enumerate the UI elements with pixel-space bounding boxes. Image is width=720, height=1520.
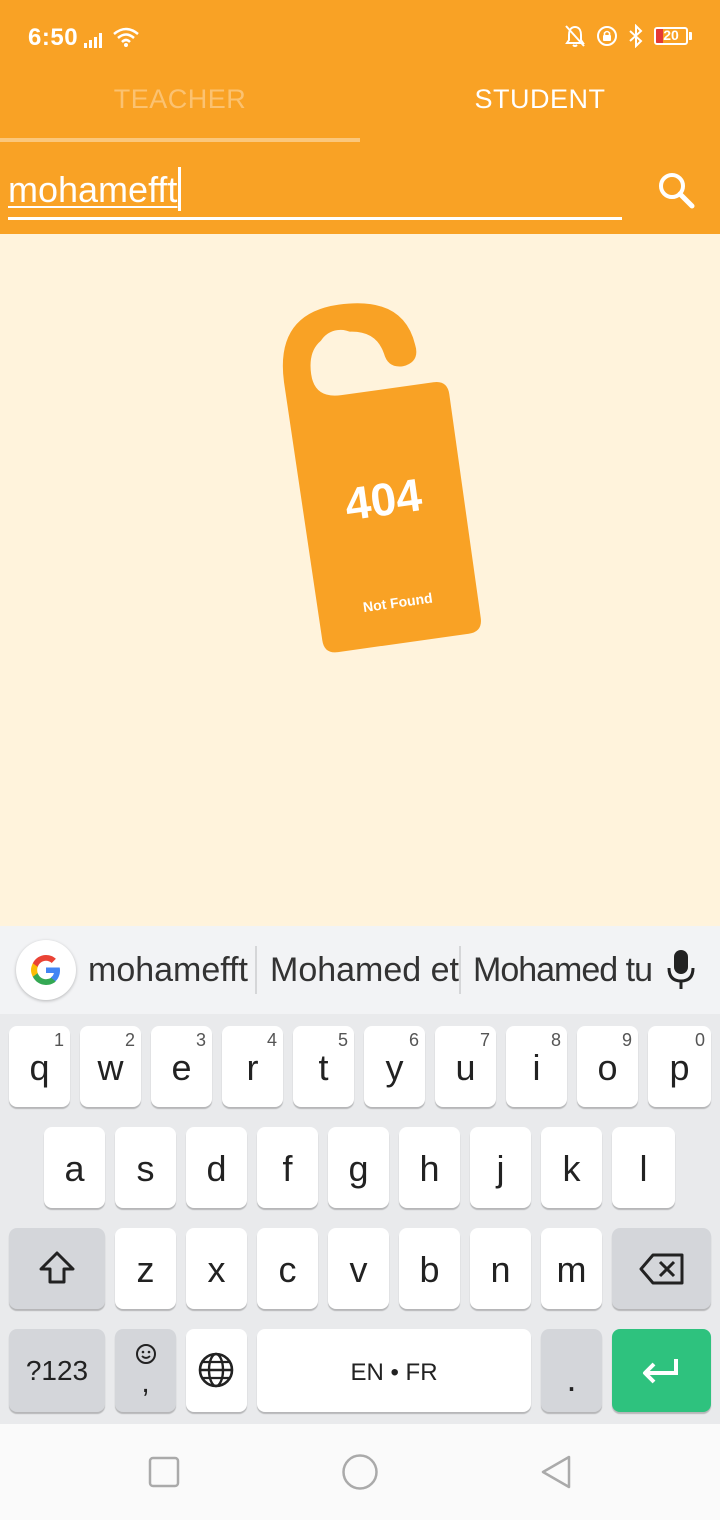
key-s[interactable]: s [115,1127,176,1208]
tab-student[interactable]: STUDENT [360,76,720,142]
key-p[interactable]: p0 [648,1026,711,1107]
key-x[interactable]: x [186,1228,247,1309]
text-cursor [178,167,182,212]
search-value: mohamefft [8,169,178,210]
period-key[interactable]: . [541,1329,602,1412]
signal-icon [84,33,102,48]
key-c[interactable]: c [257,1228,318,1309]
key-u[interactable]: u7 [435,1026,496,1107]
system-nav-bar [0,1424,720,1520]
wifi-icon [113,27,139,47]
status-time: 6:50 [28,24,79,51]
key-a[interactable]: a [44,1127,105,1208]
soft-keyboard: mohamefft Mohamed et Mohamed tu q1 w2 e3… [0,926,720,1424]
key-g[interactable]: g [328,1127,389,1208]
key-v[interactable]: v [328,1228,389,1309]
error-code: 404 [342,468,426,530]
language-key[interactable] [186,1329,247,1412]
key-y[interactable]: y6 [364,1026,425,1107]
key-o[interactable]: o9 [577,1026,638,1107]
key-f[interactable]: f [257,1127,318,1208]
key-r[interactable]: r4 [222,1026,283,1107]
bell-off-icon [565,25,585,47]
status-bar: 6:50 20 [0,0,720,76]
key-t[interactable]: t5 [293,1026,354,1107]
rotation-lock-icon [597,26,617,46]
not-found-illustration: 404 Not Found [282,303,481,653]
back-icon[interactable] [539,1454,573,1490]
suggestion-divider [255,946,257,994]
search-icon[interactable] [652,166,700,214]
emoji-comma-key[interactable]: , [115,1329,176,1412]
tab-bar: TEACHER STUDENT [0,76,720,142]
shift-icon [39,1251,75,1284]
key-m[interactable]: m [541,1228,602,1309]
home-icon[interactable] [341,1453,379,1491]
globe-icon [198,1352,234,1388]
google-g-icon[interactable] [16,940,76,1000]
microphone-icon[interactable] [662,948,700,992]
backspace-key[interactable] [612,1228,711,1309]
enter-icon [643,1359,678,1384]
enter-key[interactable] [612,1329,711,1412]
recents-icon[interactable] [148,1456,180,1488]
tab-teacher[interactable]: TEACHER [0,76,360,142]
shift-key[interactable] [9,1228,105,1309]
battery-level: 20 [663,27,679,43]
bluetooth-icon [629,24,643,48]
search-input[interactable]: mohamefft [8,167,622,220]
backspace-icon [639,1253,684,1285]
key-k[interactable]: k [541,1127,602,1208]
search-bar: mohamefft [0,142,720,234]
suggestion-divider [459,946,461,994]
battery-icon: 20 [654,27,692,45]
space-key[interactable]: EN • FR [257,1329,531,1412]
key-n[interactable]: n [470,1228,531,1309]
key-i[interactable]: i8 [506,1026,567,1107]
key-l[interactable]: l [612,1127,675,1208]
emoji-icon [136,1344,156,1364]
suggestion-1[interactable]: mohamefft [88,948,248,992]
symbols-key[interactable]: ?123 [9,1329,105,1412]
key-w[interactable]: w2 [80,1026,141,1107]
suggestion-2[interactable]: Mohamed et [270,948,459,992]
key-h[interactable]: h [399,1127,460,1208]
key-e[interactable]: e3 [151,1026,212,1107]
key-d[interactable]: d [186,1127,247,1208]
suggestion-bar: mohamefft Mohamed et Mohamed tu [0,926,720,1014]
key-b[interactable]: b [399,1228,460,1309]
suggestion-3[interactable]: Mohamed tu [473,948,653,992]
key-z[interactable]: z [115,1228,176,1309]
key-j[interactable]: j [470,1127,531,1208]
key-q[interactable]: q1 [9,1026,70,1107]
app-header: 6:50 20 TEACHER STUDENT mohamefft [0,0,720,234]
